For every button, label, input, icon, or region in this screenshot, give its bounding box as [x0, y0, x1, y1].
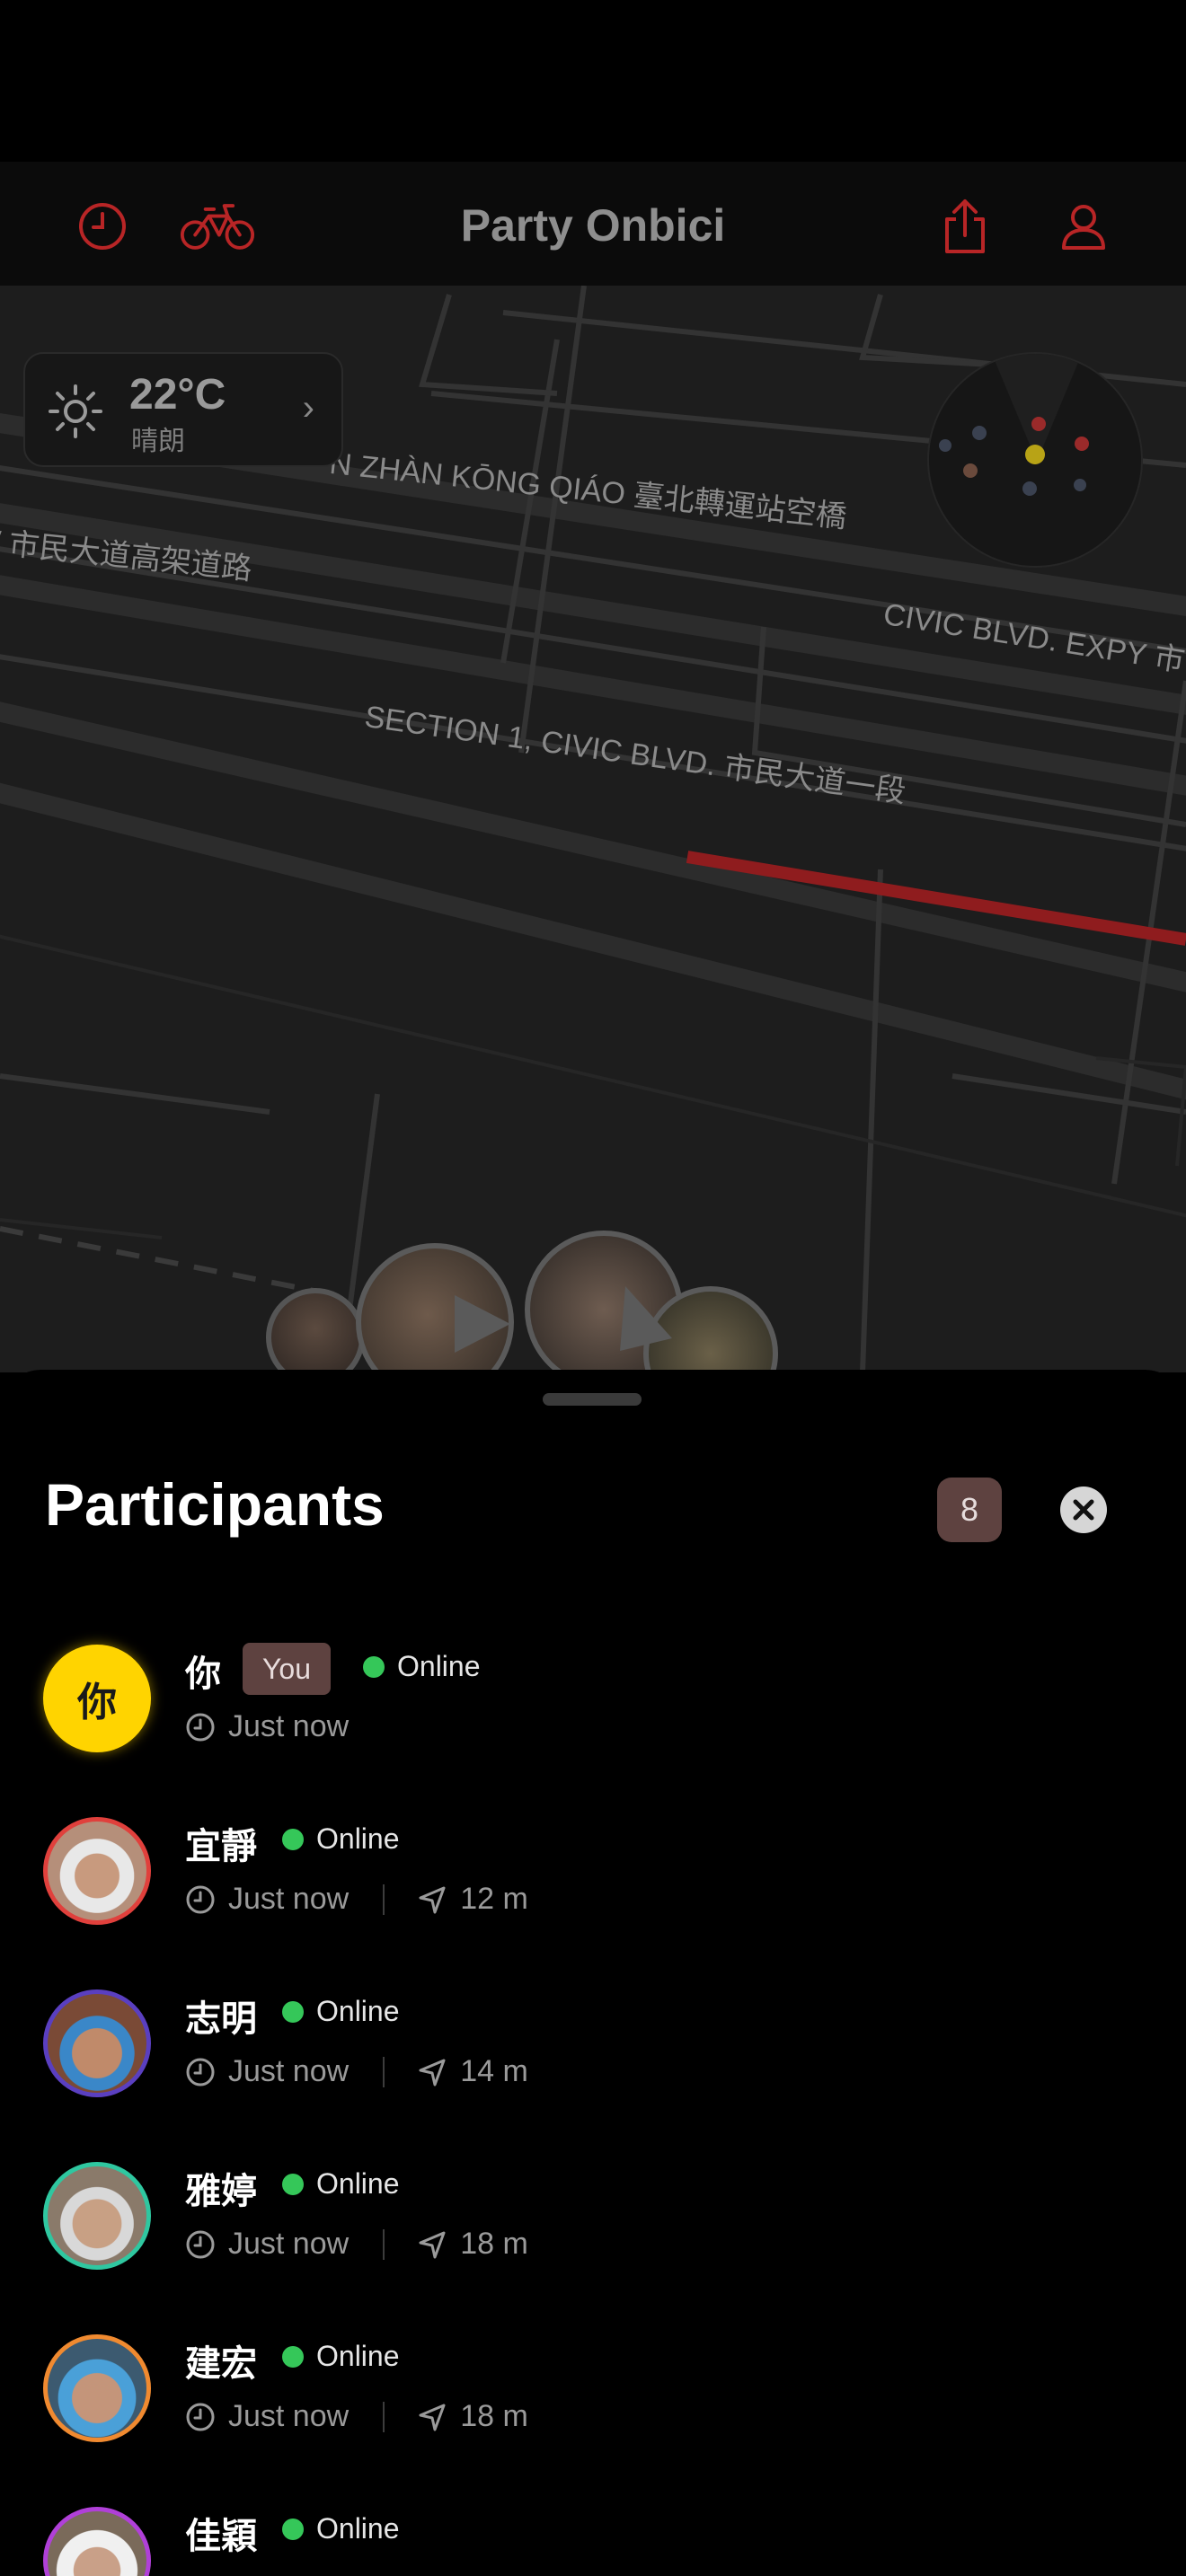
radar-dots: [939, 354, 1089, 496]
clock-icon: [186, 2403, 215, 2430]
clock-icon: [186, 1713, 215, 1741]
participant-row[interactable]: 雅婷 Online Just now 18 m: [0, 2162, 1186, 2334]
avatar: [43, 2162, 151, 2270]
location-arrow-icon: [419, 1886, 446, 1913]
online-status: Online: [282, 2340, 400, 2373]
top-bar: Party Onbici: [0, 162, 1186, 286]
participants-sheet: Participants 8 你 你 You Online Just now 宜…: [0, 1370, 1186, 2576]
map-avatar[interactable]: [266, 1288, 365, 1372]
online-dot-icon: [282, 2345, 304, 2368]
participant-name: 佳穎: [185, 2517, 257, 2556]
participant-name: 建宏: [185, 2344, 257, 2384]
radar-minimap[interactable]: [927, 352, 1143, 568]
avatar: [43, 1817, 151, 1925]
participant-row[interactable]: 宜靜 Online Just now 12 m: [0, 1817, 1186, 1989]
participant-name: 雅婷: [185, 2172, 257, 2211]
distance: 14 m: [460, 2054, 528, 2088]
map-view[interactable]: N ZHÀN KŌNG QIÁO 臺北轉運站空橋 / 市民大道高架道路 CIVI…: [0, 286, 1186, 1372]
location-arrow-icon: [419, 2231, 446, 2258]
distance: 12 m: [460, 1882, 528, 1916]
chevron-right-icon: ›: [302, 388, 314, 428]
status-label: Online: [316, 1822, 400, 1855]
avatar: [43, 2507, 151, 2576]
last-seen: Just now: [228, 2227, 350, 2261]
last-seen: Just now: [228, 2399, 350, 2433]
clock-icon: [186, 1885, 215, 1913]
avatar: [43, 1989, 151, 2097]
online-status: Online: [282, 2167, 400, 2201]
divider: [383, 2056, 385, 2087]
participant-meta: Just now: [185, 1709, 349, 1744]
participant-meta: Just now 12 m: [185, 1882, 528, 1917]
sun-icon: [49, 384, 102, 438]
participant-row[interactable]: 建宏 Online Just now 18 m: [0, 2334, 1186, 2507]
avatar: [43, 2334, 151, 2442]
participant-name: 宜靜: [185, 1827, 257, 1866]
status-label: Online: [316, 1995, 400, 2027]
location-arrow-icon: [419, 2059, 446, 2086]
participant-count-badge: 8: [937, 1478, 1002, 1542]
participant-row[interactable]: 佳穎 Online: [0, 2507, 1186, 2576]
divider: [383, 2401, 385, 2432]
close-button[interactable]: [1060, 1486, 1107, 1533]
status-label: Online: [316, 2512, 400, 2545]
direction-arrow-icon: [620, 1286, 672, 1351]
app-title: Party Onbici: [460, 200, 726, 251]
weather-temperature: 22°C: [129, 371, 226, 419]
weather-condition: 晴朗: [131, 427, 185, 456]
close-icon: [1073, 1499, 1094, 1521]
participant-name: 志明: [185, 1999, 257, 2039]
location-arrow-icon: [419, 2404, 446, 2430]
distance: 18 m: [460, 2227, 528, 2261]
avatar-cluster[interactable]: [266, 1231, 787, 1372]
clock-icon: [186, 2058, 215, 2086]
participant-row[interactable]: 你 你 You Online Just now: [0, 1643, 1186, 1817]
share-icon[interactable]: [927, 189, 1003, 264]
status-label: Online: [316, 2167, 400, 2200]
participant-name: 你: [185, 1654, 221, 1694]
online-dot-icon: [282, 2518, 304, 2540]
status-label: Online: [316, 2340, 400, 2372]
last-seen: Just now: [228, 1882, 350, 1916]
clock-icon: [186, 2230, 215, 2258]
divider: [383, 2228, 385, 2260]
sheet-grabber[interactable]: [543, 1393, 642, 1406]
status-bar: [0, 0, 1186, 162]
direction-arrow-icon: [455, 1295, 510, 1353]
divider: [383, 1883, 385, 1915]
weather-widget[interactable]: 22°C 晴朗 ›: [23, 352, 343, 467]
avatar: 你: [43, 1645, 151, 1752]
online-status: Online: [282, 1995, 400, 2028]
sheet-title: Participants: [45, 1471, 385, 1538]
online-status: Online: [282, 1822, 400, 1856]
participant-meta: Just now 18 m: [185, 2399, 528, 2434]
online-status: Online: [363, 1650, 481, 1683]
online-dot-icon: [282, 2173, 304, 2195]
status-label: Online: [397, 1650, 481, 1682]
you-badge: You: [243, 1643, 331, 1695]
online-dot-icon: [282, 2000, 304, 2023]
participant-meta: Just now 14 m: [185, 2054, 528, 2089]
profile-icon[interactable]: [1046, 189, 1121, 264]
distance: 18 m: [460, 2399, 528, 2433]
online-status: Online: [282, 2512, 400, 2545]
last-seen: Just now: [228, 2054, 350, 2088]
last-seen: Just now: [228, 1709, 350, 1743]
online-dot-icon: [363, 1655, 385, 1678]
participant-meta: Just now 18 m: [185, 2227, 528, 2262]
participant-row[interactable]: 志明 Online Just now 14 m: [0, 1989, 1186, 2162]
online-dot-icon: [282, 1828, 304, 1850]
